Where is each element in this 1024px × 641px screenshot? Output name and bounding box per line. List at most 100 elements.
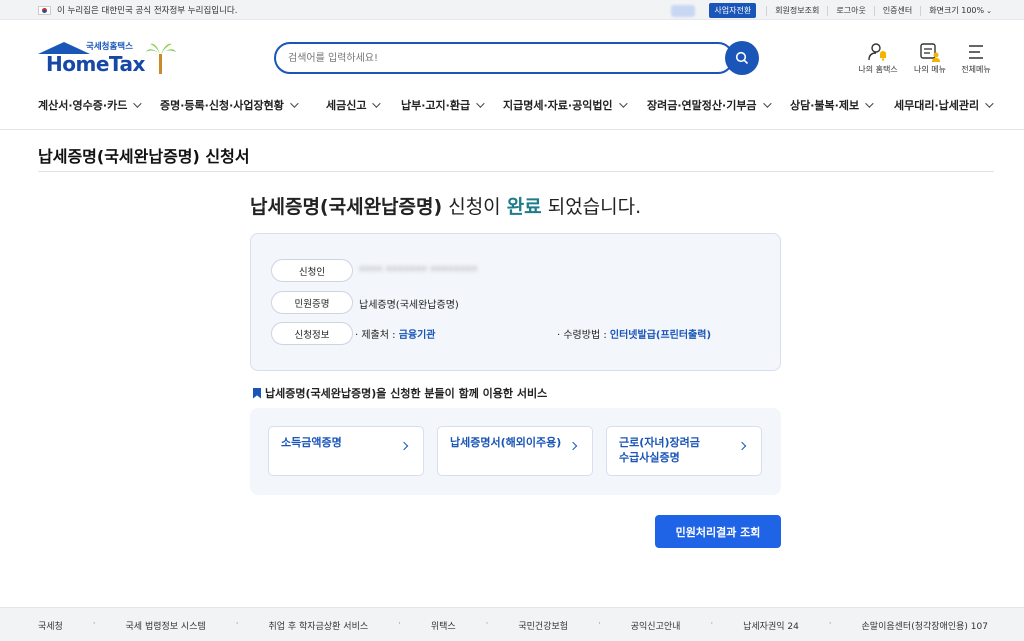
footer-separator: ·	[828, 619, 832, 629]
footer-links: 국세청 · 국세 법령정보 시스템 · 취업 후 학자금상환 서비스 · 위택스 · 국…	[38, 619, 988, 632]
nav-item-agent[interactable]: 세무대리·납세관리	[894, 97, 994, 113]
chevron-down-icon	[290, 99, 299, 108]
footer-separator: ·	[485, 619, 489, 629]
footer-separator: ·	[235, 619, 239, 629]
chevron-down-icon: ⌄	[986, 6, 992, 15]
receive-value: 인터넷발급(프린터출력)	[609, 330, 712, 341]
gov-notice-text: 이 누리집은 대한민국 공식 전자정부 누리집입니다.	[57, 6, 238, 16]
all-menu-button[interactable]: 전체메뉴	[951, 40, 1001, 75]
search-box	[274, 42, 734, 74]
completion-accent: 완료	[506, 196, 542, 218]
completion-mid: 신청이	[442, 196, 507, 218]
submit-value: 금융기관	[398, 330, 436, 341]
nav-item-incentive[interactable]: 장려금·연말정산·기부금	[647, 97, 772, 113]
nav-label: 상담·불복·제보	[790, 99, 860, 112]
gov-bar: 이 누리집은 대한민국 공식 전자정부 누리집입니다. 사업자전환 회원정보조회…	[0, 0, 1024, 20]
nav-label: 계산서·영수증·카드	[38, 99, 128, 112]
nav-label: 세금신고	[326, 99, 367, 112]
footer-link-law[interactable]: 국세 법령정보 시스템	[126, 619, 206, 632]
biz-switch-button[interactable]: 사업자전환	[709, 3, 757, 18]
nav-item-invoice[interactable]: 계산서·영수증·카드	[38, 97, 142, 113]
apply-info-label: 신청정보	[271, 322, 353, 345]
applicant-label: 신청인	[271, 259, 353, 282]
logo-text: HomeTax	[46, 52, 145, 76]
service-card-label: 납세증명서(해외이주용)	[450, 436, 562, 449]
service-card-incentive[interactable]: 근로(자녀)장려금 수급사실증명	[606, 426, 762, 476]
bookmark-icon	[253, 387, 261, 399]
member-info-link[interactable]: 회원정보조회	[766, 5, 827, 16]
receive-method: · 수령방법 : 인터넷발급(프린터출력)	[557, 326, 711, 341]
application-info-card: 신청인 •••• ••••••• •••••••• 민원증명 납세증명(국세완납…	[250, 233, 781, 371]
my-hometax-label: 나의 홈택스	[858, 65, 898, 74]
service-card-income[interactable]: 소득금액증명	[268, 426, 424, 476]
user-bell-icon	[868, 43, 886, 61]
gov-right-links: 사업자전환 회원정보조회 로그아웃 인증센터 화면크기 100% ⌄	[671, 3, 992, 18]
chevron-down-icon	[865, 99, 874, 108]
submit-to: · 제출처 : 금융기관	[355, 326, 436, 341]
footer-link-student-loan[interactable]: 취업 후 학자금상환 서비스	[268, 619, 368, 632]
footer-separator: ·	[597, 619, 601, 629]
footer-link-nts[interactable]: 국세청	[38, 619, 63, 632]
menu-user-icon	[920, 43, 940, 62]
my-hometax-button[interactable]: 나의 홈택스	[853, 40, 903, 75]
footer: 국세청 · 국세 법령정보 시스템 · 취업 후 학자금상환 서비스 · 위택스 · 국…	[0, 607, 1024, 641]
nav-item-certificate[interactable]: 증명·등록·신청·사업장현황	[160, 97, 299, 113]
chevron-down-icon	[372, 99, 382, 108]
zoom-dropdown[interactable]: 화면크기 100%	[920, 5, 992, 16]
nav-label: 증명·등록·신청·사업장현황	[160, 99, 284, 112]
submit-prefix: · 제출처 :	[355, 330, 399, 341]
service-card-label-2: 수급사실증명	[619, 451, 680, 464]
main-nav: 계산서·영수증·카드 증명·등록·신청·사업장현황 세금신고 납부·고지·환급 …	[0, 88, 1024, 130]
footer-separator: ·	[92, 619, 96, 629]
chevron-down-icon	[985, 99, 994, 108]
civil-result-button[interactable]: 민원처리결과 조회	[655, 515, 781, 548]
footer-link-relay[interactable]: 손말이음센터(청각장애인용) 107	[862, 619, 988, 632]
search-input[interactable]	[288, 44, 708, 72]
chevron-down-icon	[762, 99, 772, 108]
all-menu-label: 전체메뉴	[961, 65, 991, 74]
nav-label: 납부·고지·환급	[401, 99, 471, 112]
completion-message: 납세증명(국세완납증명) 신청이 완료 되었습니다.	[250, 192, 780, 219]
nav-item-payment[interactable]: 납부·고지·환급	[401, 97, 485, 113]
completion-end: 되었습니다.	[541, 196, 642, 218]
nav-label: 지급명세·자료·공익법인	[503, 99, 613, 112]
user-name-chip	[671, 4, 696, 17]
applicant-value: •••• ••••••• ••••••••	[359, 264, 478, 275]
nav-item-statement[interactable]: 지급명세·자료·공익법인	[503, 97, 628, 113]
related-services-title: 납세증명(국세완납증명)을 신청한 분들이 함께 이용한 서비스	[253, 385, 547, 401]
hometax-logo[interactable]: 국세청홈택스 HomeTax	[38, 40, 178, 90]
palm-tree-icon	[146, 43, 176, 74]
cert-center-link[interactable]: 인증센터	[873, 5, 920, 16]
civil-value: 납세증명(국세완납증명)	[359, 300, 459, 311]
footer-separator: ·	[710, 619, 714, 629]
logo-subtitle: 국세청홈택스	[86, 42, 133, 52]
korea-flag-icon	[38, 5, 51, 15]
service-card-emigration[interactable]: 납세증명서(해외이주용)	[437, 426, 593, 476]
title-divider	[38, 171, 994, 172]
related-services: 소득금액증명 납세증명서(해외이주용) 근로(자녀)장려금 수급사실증명	[250, 408, 781, 495]
nav-label: 장려금·연말정산·기부금	[647, 99, 757, 112]
page-title: 납세증명(국세완납증명) 신청서	[38, 147, 250, 166]
chevron-down-icon	[476, 99, 485, 108]
footer-link-wetax[interactable]: 위택스	[431, 619, 456, 632]
my-menu-label: 나의 메뉴	[914, 65, 946, 74]
search-icon	[735, 51, 749, 65]
nav-item-tax-report[interactable]: 세금신고	[326, 97, 382, 113]
service-card-label: 근로(자녀)장려금	[619, 436, 700, 449]
logout-link[interactable]: 로그아웃	[827, 5, 873, 16]
nav-item-consult[interactable]: 상담·불복·제보	[790, 97, 874, 113]
chevron-down-icon	[133, 99, 142, 108]
footer-link-nhis[interactable]: 국민건강보험	[518, 619, 568, 632]
footer-link-taxpayer-rights[interactable]: 납세자권익 24	[743, 619, 799, 632]
search-button[interactable]	[725, 41, 759, 75]
related-services-text: 납세증명(국세완납증명)을 신청한 분들이 함께 이용한 서비스	[265, 387, 548, 400]
gov-notice: 이 누리집은 대한민국 공식 전자정부 누리집입니다.	[38, 4, 237, 16]
service-card-label: 소득금액증명	[281, 436, 342, 449]
nav-label: 세무대리·납세관리	[894, 99, 980, 112]
hamburger-icon	[969, 45, 983, 59]
completion-subject: 납세증명(국세완납증명)	[250, 196, 443, 218]
my-menu-button[interactable]: 나의 메뉴	[905, 40, 955, 75]
footer-separator: ·	[398, 619, 401, 629]
receive-prefix: · 수령방법 :	[557, 330, 610, 341]
footer-link-whistleblow[interactable]: 공익신고안내	[631, 619, 681, 632]
